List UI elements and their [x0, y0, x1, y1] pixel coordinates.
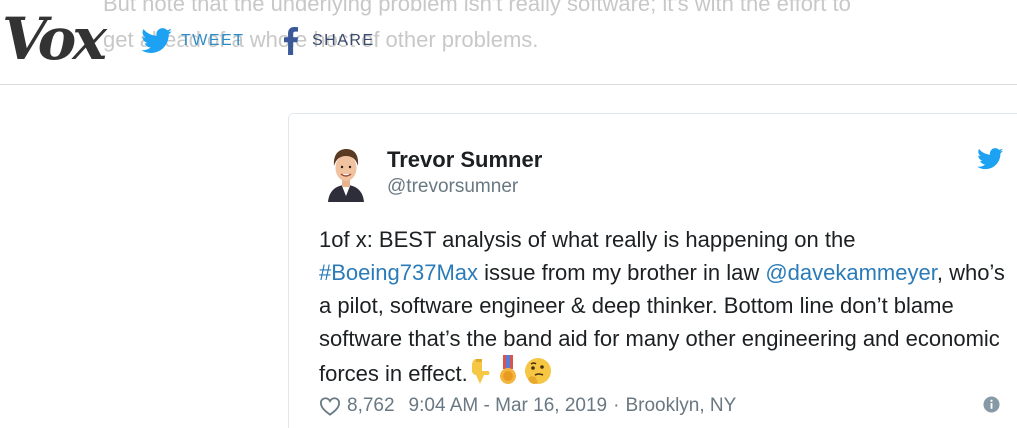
heart-icon[interactable] — [319, 396, 341, 416]
tweet-timestamp[interactable]: 9:04 AM - Mar 16, 2019 — [409, 395, 608, 417]
medal-emoji — [498, 355, 518, 394]
embedded-tweet-card[interactable]: Trevor Sumner @trevorsumner 1of x: BEST … — [288, 113, 1017, 428]
like-count[interactable]: 8,762 — [347, 395, 395, 417]
info-icon[interactable] — [983, 396, 1000, 413]
tweet-text-part: 1of x: BEST analysis of what really is h… — [319, 227, 856, 252]
tweet-location[interactable]: Brooklyn, NY — [625, 395, 736, 417]
twitter-bird-icon — [141, 28, 173, 53]
tweet-share-label: TWEET — [181, 32, 245, 49]
pointing-down-emoji — [468, 357, 492, 394]
tweet-text-part: issue from my brother in law — [478, 260, 766, 285]
facebook-share-label: SHARE — [312, 32, 375, 49]
share-header-bar: Vox TWEET SHARE — [0, 0, 1017, 85]
twitter-bird-icon[interactable] — [977, 148, 1004, 170]
tweet-meta: 8,762 9:04 AM - Mar 16, 2019 · Brooklyn,… — [319, 394, 736, 418]
thinking-face-emoji — [524, 357, 552, 394]
hashtag-link[interactable]: #Boeing737Max — [319, 260, 478, 285]
author-name[interactable]: Trevor Sumner — [387, 147, 542, 173]
author-avatar[interactable] — [325, 144, 367, 202]
meta-separator: · — [613, 395, 620, 416]
author-handle[interactable]: @trevorsumner — [387, 176, 518, 198]
mention-link[interactable]: @davekammeyer — [765, 260, 937, 285]
tweet-share-button[interactable]: TWEET — [141, 26, 245, 56]
tweet-text: 1of x: BEST analysis of what really is h… — [319, 223, 1017, 394]
facebook-icon — [284, 27, 298, 55]
facebook-share-button[interactable]: SHARE — [284, 26, 375, 56]
vox-logo[interactable]: Vox — [2, 8, 107, 70]
